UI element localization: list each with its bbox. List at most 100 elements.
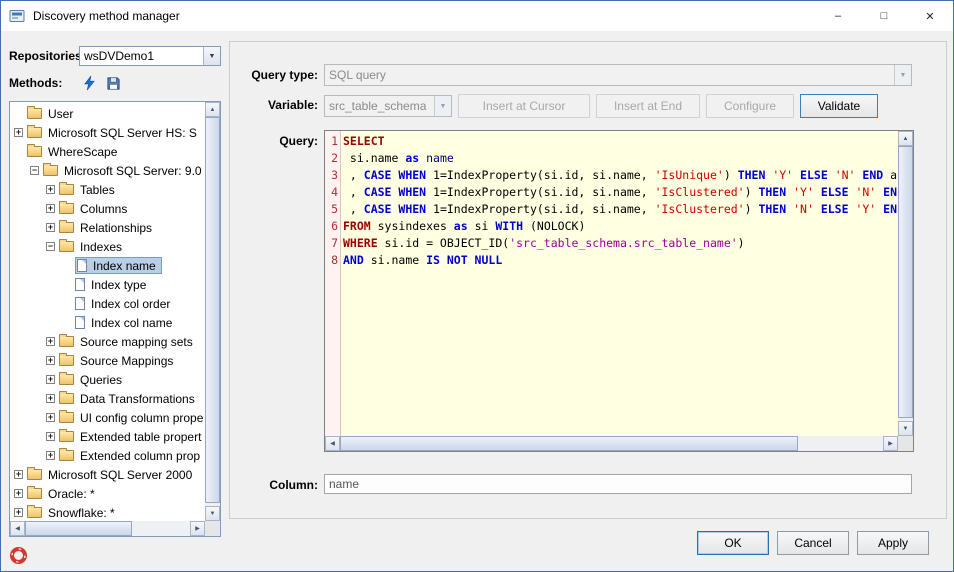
- scroll-left-icon[interactable]: ◀: [325, 436, 340, 451]
- tree-item[interactable]: WhereScape: [12, 142, 205, 161]
- tree-indent: [12, 379, 44, 380]
- repository-select[interactable]: wsDVDemo1 ▼: [79, 46, 221, 66]
- tree-indent: [12, 322, 60, 323]
- scroll-right-icon[interactable]: ▶: [883, 436, 898, 451]
- folder-icon: [27, 488, 42, 499]
- tree-item[interactable]: +Extended column prop: [12, 446, 205, 465]
- tree-item-label: Source Mappings: [78, 354, 175, 368]
- code-line[interactable]: , CASE WHEN 1=IndexProperty(si.id, si.na…: [343, 201, 898, 218]
- minimize-button[interactable]: –: [815, 1, 861, 31]
- editor-vertical-scrollbar[interactable]: ▲ ▼: [898, 131, 913, 436]
- query-editor[interactable]: 12345678 SELECT si.name as name , CASE W…: [324, 130, 914, 452]
- tree-item[interactable]: +Microsoft SQL Server 2000: [12, 465, 205, 484]
- editor-hscroll-thumb[interactable]: [340, 436, 798, 451]
- titlebar[interactable]: Discovery method manager – □ ✕: [1, 1, 953, 31]
- close-button[interactable]: ✕: [907, 1, 953, 31]
- tree-expander-plus-icon[interactable]: +: [46, 185, 55, 194]
- tree-item[interactable]: +Extended table propert: [12, 427, 205, 446]
- scrollbar-corner: [898, 436, 913, 451]
- tree-item[interactable]: Index col name: [12, 313, 205, 332]
- tree-expander-plus-icon[interactable]: +: [14, 489, 23, 498]
- code-token: THEN: [758, 202, 786, 216]
- tree-expander-plus-icon[interactable]: +: [46, 451, 55, 460]
- tree-expander-plus-icon[interactable]: +: [46, 432, 55, 441]
- tree-vertical-scrollbar[interactable]: ▲ ▼: [205, 102, 220, 521]
- code-token: 1=IndexProperty(si.id, si.name,: [426, 168, 654, 182]
- tree-item[interactable]: +Microsoft SQL Server HS: S: [12, 123, 205, 142]
- folder-icon: [59, 355, 74, 366]
- tree-expander-plus-icon[interactable]: +: [46, 413, 55, 422]
- tree-item[interactable]: − Microsoft SQL Server: 9.0 -: [12, 161, 205, 180]
- repositories-row: Repositories: wsDVDemo1 ▼: [9, 45, 221, 67]
- tree-expander-plus-icon[interactable]: +: [46, 375, 55, 384]
- scroll-right-icon[interactable]: ▶: [190, 521, 205, 536]
- tree-expander-plus-icon[interactable]: +: [46, 356, 55, 365]
- editor-gutter: 12345678: [325, 131, 341, 436]
- scroll-left-icon[interactable]: ◀: [10, 521, 25, 536]
- editor-body[interactable]: 12345678 SELECT si.name as name , CASE W…: [325, 131, 898, 436]
- tree-item[interactable]: +Queries: [12, 370, 205, 389]
- tree-item[interactable]: +UI config column prope: [12, 408, 205, 427]
- column-field[interactable]: name: [324, 474, 912, 494]
- folder-icon: [59, 393, 74, 404]
- tree-item[interactable]: Index type: [12, 275, 205, 294]
- tree-expander-plus-icon[interactable]: +: [46, 394, 55, 403]
- code-token: 'Y': [793, 185, 814, 199]
- apply-button[interactable]: Apply: [857, 531, 929, 555]
- cancel-button[interactable]: Cancel: [777, 531, 849, 555]
- scroll-up-icon[interactable]: ▲: [205, 102, 220, 117]
- tree-indent: [12, 398, 44, 399]
- code-line[interactable]: si.name as name: [343, 150, 898, 167]
- scroll-down-icon[interactable]: ▼: [205, 506, 220, 521]
- tree-item[interactable]: +Relationships: [12, 218, 205, 237]
- code-line[interactable]: WHERE si.id = OBJECT_ID('src_table_schem…: [343, 235, 898, 252]
- code-line[interactable]: , CASE WHEN 1=IndexProperty(si.id, si.na…: [343, 184, 898, 201]
- editor-code[interactable]: SELECT si.name as name , CASE WHEN 1=Ind…: [341, 131, 898, 436]
- scroll-up-icon[interactable]: ▲: [898, 131, 913, 146]
- tree-hscroll-thumb[interactable]: [25, 521, 132, 536]
- tree-item[interactable]: +Snowflake: *: [12, 503, 205, 521]
- tree-horizontal-scrollbar[interactable]: ◀ ▶: [10, 521, 205, 536]
- tree-item[interactable]: Index name: [12, 256, 205, 275]
- maximize-button[interactable]: □: [861, 1, 907, 31]
- query-label: Query:: [230, 134, 318, 148]
- tree-expander-plus-icon[interactable]: +: [46, 337, 55, 346]
- tree-expander-minus-icon[interactable]: −: [46, 242, 55, 251]
- tree-expander-plus-icon[interactable]: +: [46, 204, 55, 213]
- editor-vscroll-thumb[interactable]: [898, 146, 913, 418]
- tree-item[interactable]: + Oracle: *: [12, 484, 205, 503]
- tree-expander-minus-icon[interactable]: −: [30, 166, 39, 175]
- tree-item[interactable]: + Source Mappings: [12, 351, 205, 370]
- save-icon[interactable]: [103, 73, 123, 93]
- ok-button[interactable]: OK: [697, 531, 769, 555]
- validate-button[interactable]: Validate: [800, 94, 878, 118]
- tree-expander-plus-icon[interactable]: +: [14, 508, 23, 517]
- tree-item[interactable]: +Columns: [12, 199, 205, 218]
- tree-item-label: Microsoft SQL Server: 9.0 -: [62, 164, 205, 178]
- code-line[interactable]: AND si.name IS NOT NULL: [343, 252, 898, 269]
- tree-expander-plus-icon[interactable]: +: [46, 223, 55, 232]
- code-line[interactable]: FROM sysindexes as si WITH (NOLOCK): [343, 218, 898, 235]
- tree-item[interactable]: Index col order: [12, 294, 205, 313]
- sync-icon[interactable]: [79, 73, 99, 93]
- tree-item[interactable]: +Tables: [12, 180, 205, 199]
- code-line[interactable]: , CASE WHEN 1=IndexProperty(si.id, si.na…: [343, 167, 898, 184]
- tree-vscroll-thumb[interactable]: [205, 117, 220, 503]
- scroll-down-icon[interactable]: ▼: [898, 421, 913, 436]
- tree-item[interactable]: +Data Transformations: [12, 389, 205, 408]
- tree-expander-slot: [62, 318, 71, 327]
- tree-item[interactable]: −Indexes: [12, 237, 205, 256]
- tree-item-label: Oracle: *: [46, 487, 97, 501]
- code-line[interactable]: SELECT: [343, 133, 898, 150]
- code-token: name: [426, 151, 454, 165]
- folder-icon: [27, 146, 42, 157]
- tree-item[interactable]: +Source mapping sets: [12, 332, 205, 351]
- tree-expander-plus-icon[interactable]: +: [14, 128, 23, 137]
- tree-selection[interactable]: Index name: [75, 257, 162, 274]
- code-token: ): [724, 168, 738, 182]
- tree-item[interactable]: User: [12, 104, 205, 123]
- code-token: as: [405, 151, 419, 165]
- tree-expander-plus-icon[interactable]: +: [14, 470, 23, 479]
- editor-horizontal-scrollbar[interactable]: ◀ ▶: [325, 436, 898, 451]
- method-tree[interactable]: User+Microsoft SQL Server HS: SWhereScap…: [10, 102, 205, 521]
